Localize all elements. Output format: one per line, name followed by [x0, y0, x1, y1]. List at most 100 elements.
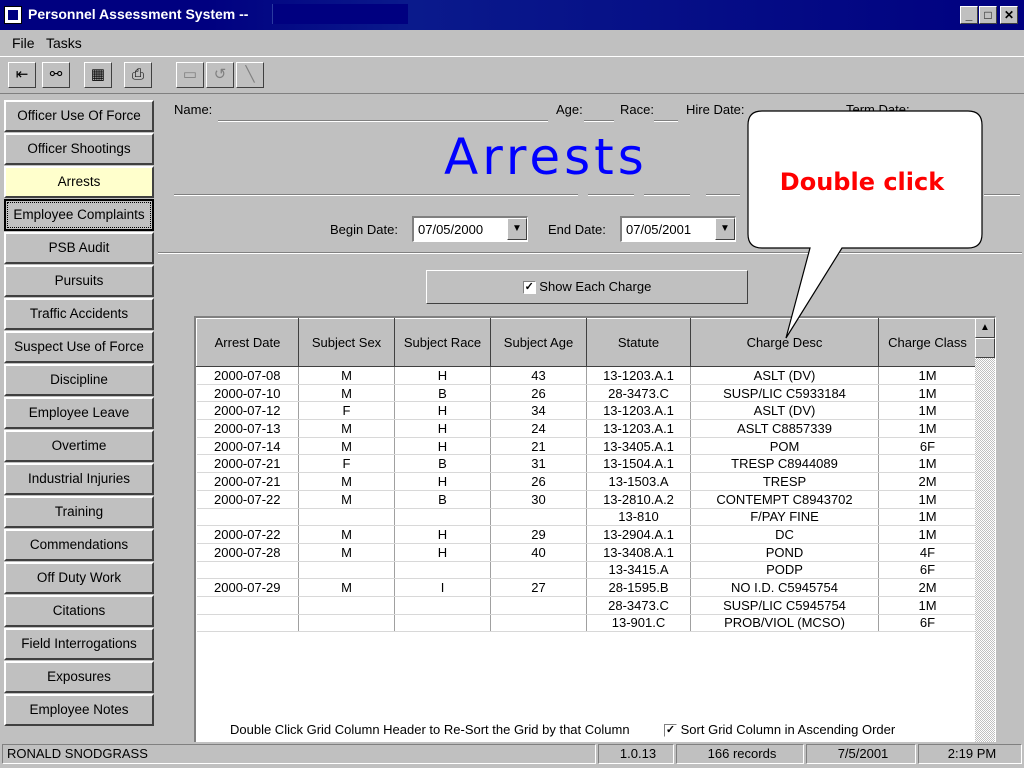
table-cell: 6F [878, 614, 977, 633]
chevron-down-icon[interactable]: ▼ [715, 218, 735, 240]
table-cell: 6F [878, 561, 977, 580]
scroll-up-icon[interactable]: ▲ [975, 318, 995, 338]
sidebar-item-employee-leave[interactable]: Employee Leave [4, 397, 154, 429]
sidebar-item-industrial-injuries[interactable]: Industrial Injuries [4, 463, 154, 495]
arrests-grid[interactable]: Arrest Date Subject Sex Subject Race Subjec… [194, 316, 996, 768]
column-header[interactable]: Subject Race [394, 318, 491, 367]
table-cell: 1M [878, 384, 977, 403]
sidebar-item-psb-audit[interactable]: PSB Audit [4, 232, 154, 264]
column-header[interactable]: Statute [586, 318, 691, 367]
sidebar-item-field-interrogations[interactable]: Field Interrogations [4, 628, 154, 660]
sidebar-item-suspect-use-of-force[interactable]: Suspect Use of Force [4, 331, 154, 363]
table-cell: 21 [490, 437, 587, 456]
table-row[interactable]: 2000-07-28 M H 40 13-3408.A.1 POND 4F [196, 543, 977, 562]
table-row[interactable]: 2000-07-13 M H 24 13-1203.A.1 ASLT C8857339 1M [196, 419, 977, 438]
sidebar-item-traffic-accidents[interactable]: Traffic Accidents [4, 298, 154, 330]
chevron-down-icon[interactable]: ▼ [507, 218, 527, 240]
table-row[interactable]: 13-3415.A PODP 6F [196, 561, 977, 580]
show-each-charge-label: Show Each Charge [539, 279, 652, 294]
table-row[interactable]: 2000-07-22 M H 29 13-2904.A.1 DC 1M [196, 525, 977, 544]
menu-file[interactable]: File [12, 35, 35, 51]
column-header[interactable]: Arrest Date [196, 318, 299, 367]
column-header[interactable]: Charge Class [878, 318, 977, 367]
undo-icon[interactable]: ↺ [206, 62, 234, 88]
table-row[interactable]: 2000-07-08 M H 43 13-1203.A.1 ASLT (DV) 1M [196, 366, 977, 385]
checkbox-icon[interactable]: ✓ [522, 281, 536, 295]
table-cell [196, 614, 299, 633]
table-cell: 4F [878, 543, 977, 562]
sidebar-item-off-duty-work[interactable]: Off Duty Work [4, 562, 154, 594]
table-cell: 13-1503.A [586, 472, 691, 491]
binoculars-icon[interactable]: ⚯ [42, 62, 70, 88]
table-cell: M [298, 525, 395, 544]
table-row[interactable]: 13-810 F/PAY FINE 1M [196, 508, 977, 527]
vertical-scrollbar[interactable]: ▲ ▼ [975, 318, 995, 768]
table-row[interactable]: 2000-07-21 M H 26 13-1503.A TRESP 2M [196, 472, 977, 491]
table-row[interactable]: 2000-07-29 M I 27 28-1595.B NO I.D. C5945754 2… [196, 578, 977, 597]
table-cell: H [394, 401, 491, 421]
sidebar-item-discipline[interactable]: Discipline [4, 364, 154, 396]
show-each-charge-checkbox[interactable]: ✓ Show Each Charge [426, 270, 748, 304]
sidebar-item-pursuits[interactable]: Pursuits [4, 265, 154, 297]
table-row[interactable]: 2000-07-12 F H 34 13-1203.A.1 ASLT (DV) 1M [196, 401, 977, 421]
table-cell: 1M [878, 419, 977, 438]
table-cell: 28-3473.C [586, 384, 691, 403]
table-cell: 13-2904.A.1 [586, 525, 691, 544]
title-bar[interactable]: Personnel Assessment System -- _ □ ✕ [0, 0, 1024, 30]
column-header[interactable]: Charge Desc [690, 318, 879, 367]
table-cell [196, 596, 299, 615]
sidebar-item-employee-notes[interactable]: Employee Notes [4, 694, 154, 726]
table-cell: 2000-07-22 [196, 525, 299, 544]
table-row[interactable]: 2000-07-14 M H 21 13-3405.A.1 POM 6F [196, 437, 977, 456]
table-cell: M [298, 490, 395, 509]
maximize-icon[interactable]: □ [979, 6, 997, 24]
table-row[interactable]: 28-3473.C SUSP/LIC C5945754 1M [196, 596, 977, 615]
sidebar-item-overtime[interactable]: Overtime [4, 430, 154, 462]
table-row[interactable]: 13-901.C PROB/VIOL (MCSO) 6F [196, 614, 977, 633]
sidebar-item-commendations[interactable]: Commendations [4, 529, 154, 561]
table-cell: 43 [490, 366, 587, 385]
header-divider-mid3 [644, 194, 690, 196]
table-row[interactable]: 2000-07-21 F B 31 13-1504.A.1 TRESP C8944089 1… [196, 454, 977, 474]
sort-ascending-checkbox[interactable]: ✓ Sort Grid Column in Ascending Order [664, 722, 895, 738]
menu-tasks[interactable]: Tasks [46, 35, 82, 51]
exit-icon[interactable]: ⇤ [8, 62, 36, 88]
table-cell: 6F [878, 437, 977, 456]
filter-divider [158, 252, 1022, 254]
table-cell [490, 596, 587, 615]
table-row[interactable]: 2000-07-10 M B 26 28-3473.C SUSP/LIC C5933184… [196, 384, 977, 403]
scroll-thumb[interactable] [975, 338, 995, 358]
table-cell: 1M [878, 454, 977, 474]
end-date-select[interactable]: 07/05/2001 ▼ [620, 216, 736, 242]
table-cell: M [298, 366, 395, 385]
report-icon[interactable]: ▦ [84, 62, 112, 88]
table-cell: ASLT (DV) [690, 401, 879, 421]
column-header[interactable]: Subject Age [490, 318, 587, 367]
begin-date-select[interactable]: 07/05/2000 ▼ [412, 216, 528, 242]
status-user: RONALD SNODGRASS [2, 744, 596, 764]
close-icon[interactable]: ✕ [1000, 6, 1018, 24]
edit-icon[interactable]: ╲ [236, 62, 264, 88]
table-cell: 24 [490, 419, 587, 438]
table-row[interactable]: 2000-07-22 M B 30 13-2810.A.2 CONTEMPT C89437… [196, 490, 977, 509]
table-cell: F/PAY FINE [690, 508, 879, 527]
minimize-icon[interactable]: _ [960, 6, 978, 24]
checkbox-icon[interactable]: ✓ [664, 724, 677, 738]
sidebar-item-citations[interactable]: Citations [4, 595, 154, 627]
sidebar-item-employee-complaints[interactable]: Employee Complaints [4, 199, 154, 231]
table-cell [394, 614, 491, 633]
column-header[interactable]: Subject Sex [298, 318, 395, 367]
sidebar-item-arrests[interactable]: Arrests [4, 166, 154, 198]
table-cell [298, 596, 395, 615]
sidebar-item-officer-shootings[interactable]: Officer Shootings [4, 133, 154, 165]
grid-table: Arrest Date Subject Sex Subject Race Subjec… [196, 318, 977, 633]
sidebar-item-officer-use-of-force[interactable]: Officer Use Of Force [4, 100, 154, 132]
table-cell: 2M [878, 472, 977, 491]
table-cell [196, 561, 299, 580]
app-icon[interactable] [4, 6, 22, 24]
sidebar-item-exposures[interactable]: Exposures [4, 661, 154, 693]
print-icon[interactable]: ⎙ [124, 62, 152, 88]
save-icon[interactable]: ▭ [176, 62, 204, 88]
sidebar-item-training[interactable]: Training [4, 496, 154, 528]
table-cell: 13-1203.A.1 [586, 401, 691, 421]
